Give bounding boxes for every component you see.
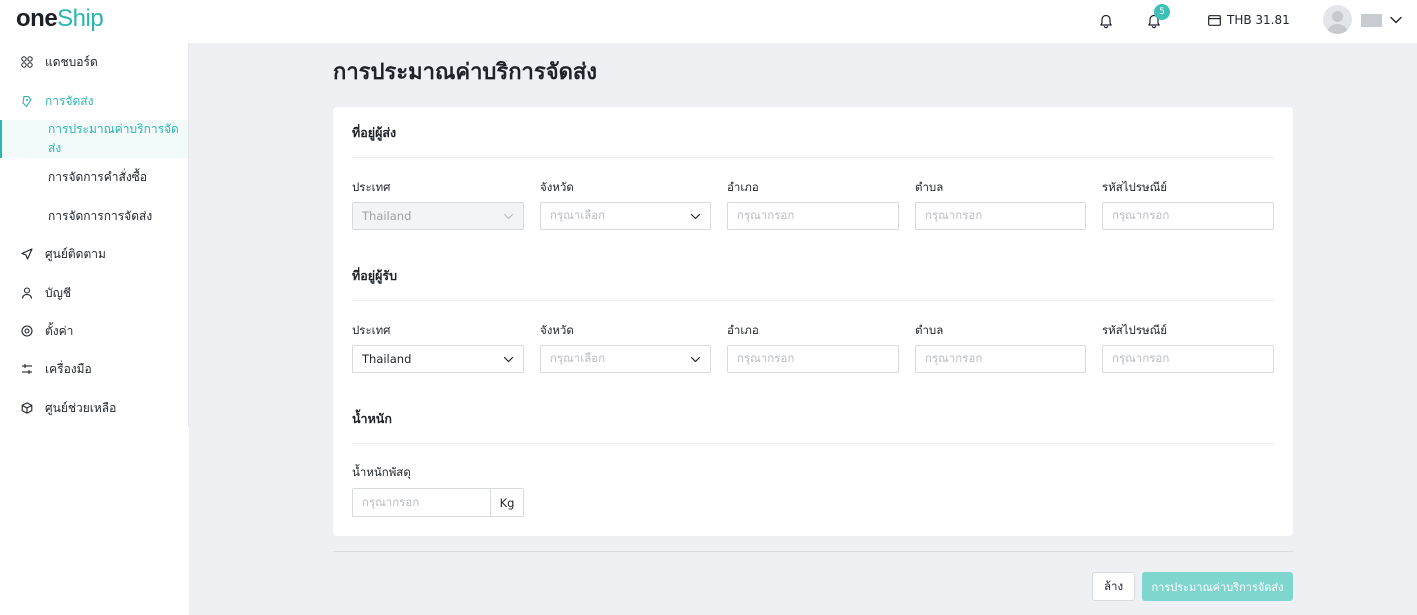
page-title: การประมาณค่าบริการจัดส่ง	[333, 60, 598, 85]
dashboard-icon	[20, 55, 34, 69]
receiver-district-placeholder: กรุณากรอก	[737, 351, 795, 365]
sender-postcode-placeholder: กรุณากรอก	[1112, 208, 1170, 222]
sidebar-item-label: แดชบอร์ด	[45, 54, 98, 69]
sidebar-item-label: บัญชี	[45, 285, 71, 300]
section-divider	[352, 157, 1274, 158]
receiver-postcode-label: รหัสไปรษณีย์	[1102, 323, 1168, 337]
sender-section-title: ที่อยู่ผู้ส่ง	[352, 125, 397, 140]
receiver-province-label: จังหวัด	[540, 323, 574, 337]
send-icon	[20, 247, 34, 261]
parcel-weight-placeholder: กรุณากรอก	[362, 494, 420, 509]
section-divider	[352, 300, 1274, 301]
sidebar-item-label: การจัดส่ง	[45, 93, 94, 108]
chevron-down-icon	[690, 354, 701, 365]
parcel-weight-label: น้ำหนักพัสดุ	[352, 465, 411, 479]
receiver-country-label: ประเทศ	[352, 323, 391, 337]
avatar[interactable]	[1323, 5, 1352, 34]
receiver-subdistrict-placeholder: กรุณากรอก	[925, 351, 983, 365]
sidebar-subitem-label: การจัดการคำสั่งซื้อ	[48, 169, 148, 184]
sender-province-select[interactable]: กรุณาเลือก	[540, 202, 711, 230]
sidebar-footer-area	[0, 427, 189, 615]
notification-badge: 5	[1154, 4, 1170, 20]
sender-country-select: Thailand	[352, 202, 524, 230]
username-redacted	[1361, 14, 1382, 27]
sender-subdistrict-label: ตำบล	[915, 180, 944, 194]
tools-icon	[20, 362, 34, 376]
parcel-weight-group: กรุณากรอก Kg	[352, 488, 524, 517]
receiver-section-title: ที่อยู่ผู้รับ	[352, 268, 398, 283]
sender-subdistrict-placeholder: กรุณากรอก	[925, 208, 983, 222]
footer-divider	[333, 551, 1293, 552]
sidebar-item-help[interactable]: ศูนย์ช่วยเหลือ	[0, 389, 188, 427]
receiver-province-select[interactable]: กรุณาเลือก	[540, 345, 711, 373]
top-bar: oneShip 5 THB 31.81	[0, 0, 1417, 43]
chevron-down-icon	[503, 354, 514, 365]
user-icon	[20, 286, 34, 300]
sidebar-item-label: ตั้งค่า	[45, 323, 74, 338]
sender-province-placeholder: กรุณาเลือก	[550, 208, 606, 222]
sidebar-item-tracking[interactable]: ศูนย์ติดตาม	[0, 235, 188, 273]
weight-unit-addon: Kg	[491, 488, 524, 517]
sidebar-item-settings[interactable]: ตั้งค่า	[0, 312, 188, 350]
weight-section-title: น้ำหนัก	[352, 411, 392, 426]
sidebar-item-label: ศูนย์ติดตาม	[45, 246, 106, 261]
oneship-logo[interactable]: oneShip	[16, 5, 104, 32]
balance-text: THB 31.81	[1227, 13, 1290, 27]
estimate-button[interactable]: การประมาณค่าบริการจัดส่ง	[1142, 572, 1293, 601]
receiver-country-value: Thailand	[362, 352, 412, 366]
sidebar-item-dashboard[interactable]: แดชบอร์ด	[0, 43, 188, 81]
sidebar-subitem-estimate[interactable]: การประมาณค่าบริการจัดส่ง	[0, 120, 188, 158]
sidebar-item-label: เครื่องมือ	[45, 361, 92, 376]
section-divider	[352, 443, 1274, 444]
sidebar-subitem-orders[interactable]: การจัดการคำสั่งซื้อ	[0, 158, 188, 196]
receiver-district-label: อำเภอ	[727, 323, 759, 337]
receiver-province-placeholder: กรุณาเลือก	[550, 351, 606, 365]
sender-postcode-label: รหัสไปรษณีย์	[1102, 180, 1168, 194]
sidebar-subitem-label: การจัดการการจัดส่ง	[48, 208, 153, 223]
sender-postcode-input[interactable]: กรุณากรอก	[1102, 202, 1274, 230]
sidebar: แดชบอร์ด การจัดส่ง การประมาณค่าบริการจัด…	[0, 43, 188, 427]
settings-icon	[20, 324, 34, 338]
sender-subdistrict-input[interactable]: กรุณากรอก	[915, 202, 1086, 230]
bell-icon[interactable]	[1096, 11, 1116, 31]
sender-district-placeholder: กรุณากรอก	[737, 208, 795, 222]
receiver-postcode-placeholder: กรุณากรอก	[1112, 351, 1170, 365]
sender-province-label: จังหวัด	[540, 180, 574, 194]
logo-ship-text: Ship	[57, 5, 104, 32]
receiver-subdistrict-label: ตำบล	[915, 323, 944, 337]
sidebar-item-account[interactable]: บัญชี	[0, 274, 188, 312]
wallet-icon	[1208, 14, 1221, 26]
clear-button[interactable]: ล้าง	[1092, 572, 1135, 601]
receiver-subdistrict-input[interactable]: กรุณากรอก	[915, 345, 1086, 373]
sender-country-value: Thailand	[362, 209, 412, 223]
sender-district-label: อำเภอ	[727, 180, 759, 194]
help-box-icon	[20, 401, 34, 415]
logo-one-text: one	[16, 5, 58, 32]
chevron-down-icon[interactable]	[1389, 13, 1403, 27]
receiver-district-input[interactable]: กรุณากรอก	[727, 345, 899, 373]
delivery-icon	[20, 94, 34, 108]
wallet-balance[interactable]: THB 31.81	[1208, 11, 1290, 29]
sidebar-divider	[188, 43, 189, 427]
sidebar-item-tools[interactable]: เครื่องมือ	[0, 350, 188, 388]
chevron-down-icon	[690, 211, 701, 222]
receiver-country-select[interactable]: Thailand	[352, 345, 524, 373]
chevron-down-icon	[503, 211, 514, 222]
sidebar-item-label: ศูนย์ช่วยเหลือ	[45, 400, 117, 415]
parcel-weight-input[interactable]: กรุณากรอก	[352, 488, 491, 517]
sidebar-item-delivery[interactable]: การจัดส่ง	[0, 82, 188, 120]
sender-district-input[interactable]: กรุณากรอก	[727, 202, 899, 230]
sender-country-label: ประเทศ	[352, 180, 391, 194]
sidebar-subitem-label: การประมาณค่าบริการจัดส่ง	[48, 122, 179, 155]
receiver-postcode-input[interactable]: กรุณากรอก	[1102, 345, 1274, 373]
sidebar-subitem-shipments[interactable]: การจัดการการจัดส่ง	[0, 197, 188, 235]
